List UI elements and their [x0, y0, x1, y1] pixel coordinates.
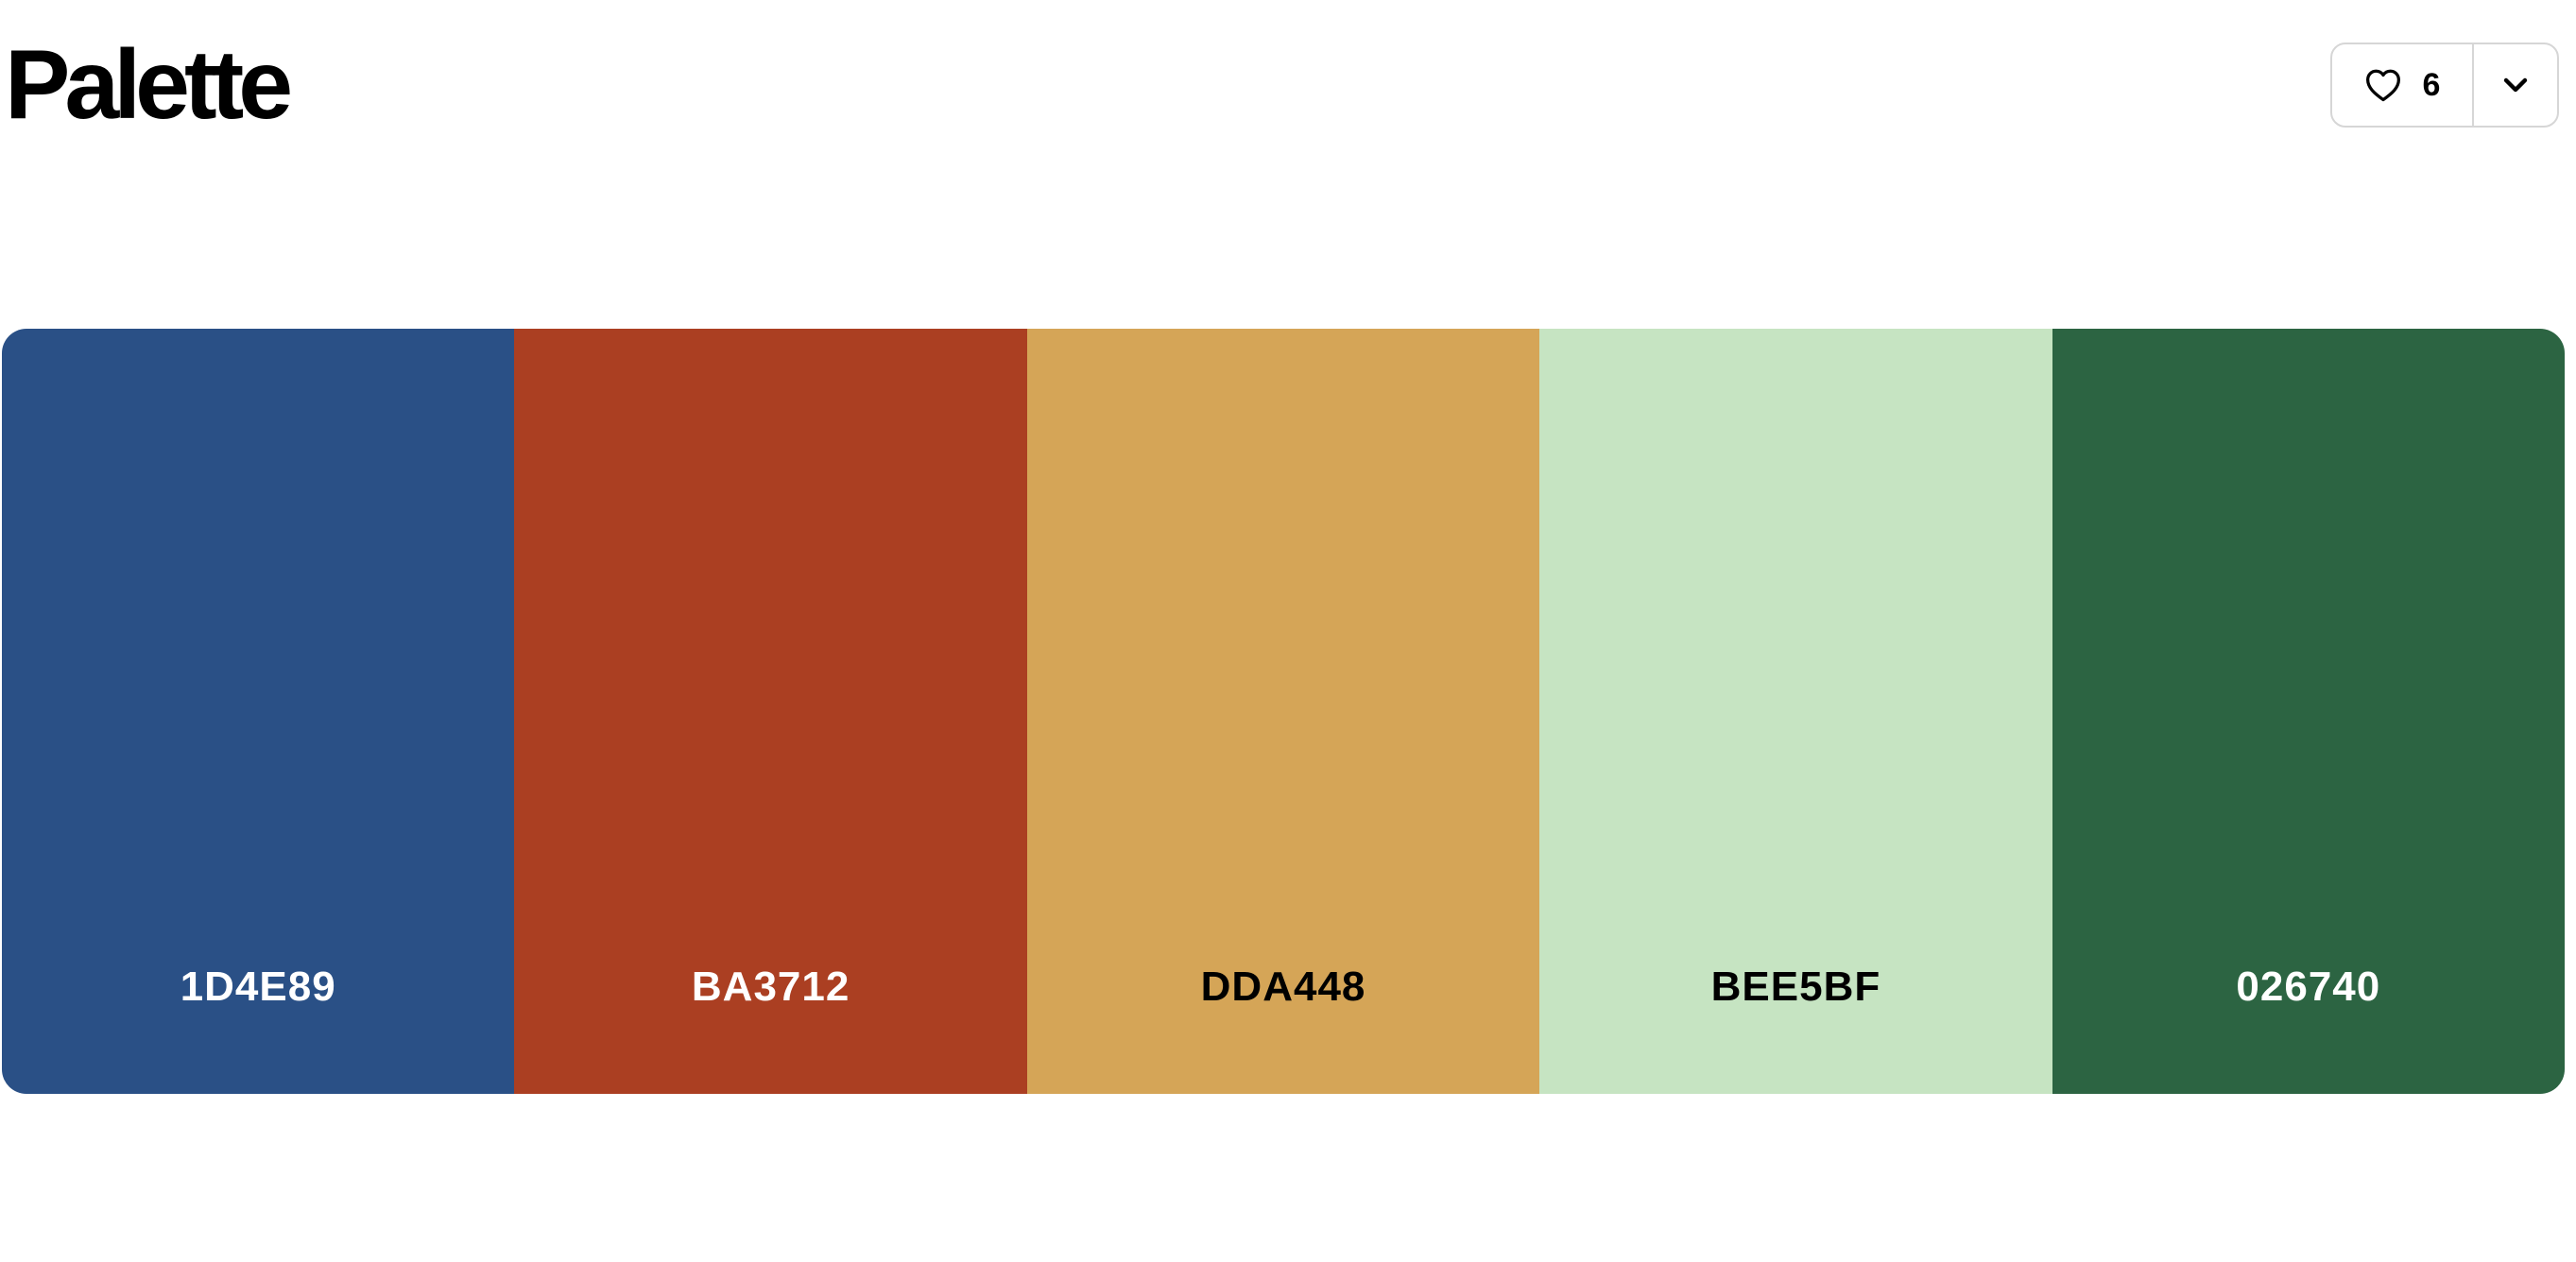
like-button[interactable]: 6 — [2332, 44, 2474, 126]
color-swatch[interactable]: 1D4E89 — [2, 329, 515, 1094]
color-palette: 1D4E89 BA3712 DDA448 BEE5BF 026740 — [2, 329, 2565, 1094]
color-swatch[interactable]: BEE5BF — [1539, 329, 2052, 1094]
hex-code: 026740 — [2236, 964, 2381, 1010]
palette-actions: 6 — [2330, 43, 2559, 128]
heart-icon — [2364, 68, 2402, 102]
page-title: Palette — [5, 30, 293, 140]
hex-code: BEE5BF — [1710, 964, 1881, 1010]
color-swatch[interactable]: BA3712 — [514, 329, 1027, 1094]
hex-code: 1D4E89 — [180, 964, 336, 1010]
color-swatch[interactable]: 026740 — [2052, 329, 2565, 1094]
chevron-down-icon — [2502, 77, 2529, 94]
like-count: 6 — [2422, 66, 2441, 103]
color-swatch[interactable]: DDA448 — [1026, 329, 1540, 1094]
hex-code: DDA448 — [1200, 964, 1366, 1010]
hex-code: BA3712 — [691, 964, 850, 1010]
more-options-button[interactable] — [2474, 44, 2557, 126]
